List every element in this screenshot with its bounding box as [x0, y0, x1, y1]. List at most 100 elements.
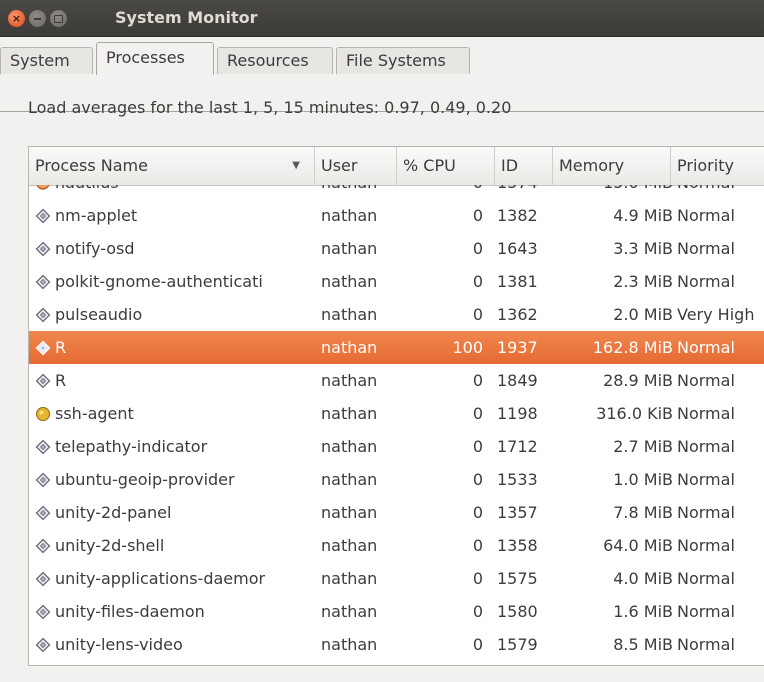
- priority-cell-text: Normal: [677, 272, 735, 291]
- process-name-cell: pulseaudio: [35, 298, 317, 331]
- process-id-cell-text: 1358: [497, 536, 538, 555]
- process-name-cell: unity-files-daemon: [35, 595, 317, 628]
- memory-cell-text: 1.6 MiB: [613, 602, 673, 621]
- table-row[interactable]: unity-applications-daemor nathan 0 1575 4.0 …: [29, 562, 764, 595]
- process-id-cell: 1712: [497, 430, 553, 463]
- table-row[interactable]: polkit-gnome-authenticati nathan 0 1381 2.3 …: [29, 265, 764, 298]
- table-row[interactable]: unity-files-daemon nathan 0 1580 1.6 MiB Norm…: [29, 595, 764, 628]
- cpu-cell: 0: [403, 430, 483, 463]
- minimize-window-button[interactable]: [29, 10, 46, 27]
- cpu-cell-text: 0: [472, 602, 483, 621]
- process-name-cell-text: unity-lens-video: [55, 635, 183, 654]
- user-cell-text: nathan: [321, 185, 377, 192]
- table-row[interactable]: unity-2d-panel nathan 0 1357 7.8 MiB Normal: [29, 496, 764, 529]
- process-id-cell-text: 1374: [497, 185, 538, 192]
- priority-cell-text: Normal: [677, 185, 735, 192]
- process-icon: [35, 466, 51, 488]
- table-row[interactable]: ssh-agent nathan 0 1198 316.0 KiB Normal: [29, 397, 764, 430]
- column-header-id[interactable]: ID: [495, 147, 553, 185]
- user-cell-text: nathan: [321, 338, 378, 357]
- column-header-cpu[interactable]: % CPU: [397, 147, 495, 185]
- process-name-cell-text: unity-2d-shell: [55, 536, 165, 555]
- tab-processes[interactable]: Processes: [96, 42, 214, 75]
- cpu-cell-text: 0: [472, 536, 483, 555]
- process-icon: [35, 301, 51, 323]
- window-titlebar[interactable]: × System Monitor: [0, 0, 764, 37]
- column-header-process-name[interactable]: Process Name ▼: [29, 147, 315, 185]
- memory-cell: 162.8 MiB: [553, 331, 673, 364]
- memory-cell: 316.0 KiB: [553, 397, 673, 430]
- process-id-cell-text: 1579: [497, 635, 538, 654]
- table-row[interactable]: nm-applet nathan 0 1382 4.9 MiB Normal: [29, 199, 764, 232]
- user-cell-text: nathan: [321, 437, 378, 456]
- memory-cell: 3.3 MiB: [553, 232, 673, 265]
- tab-resources[interactable]: Resources: [217, 47, 333, 74]
- process-name-cell-text: unity-applications-daemor: [55, 569, 266, 588]
- process-name-cell: nm-applet: [35, 199, 317, 232]
- table-row[interactable]: ubuntu-geoip-provider nathan 0 1533 1.0 MiB N…: [29, 463, 764, 496]
- user-cell: nathan: [321, 185, 401, 199]
- process-icon: [35, 235, 51, 257]
- table-row[interactable]: notify-osd nathan 0 1643 3.3 MiB Normal: [29, 232, 764, 265]
- process-id-cell: 1643: [497, 232, 553, 265]
- process-table[interactable]: Process Name ▼ User % CPU ID Memory Prio…: [28, 146, 764, 666]
- memory-cell-text: 316.0 KiB: [596, 404, 673, 423]
- tab-system[interactable]: System: [0, 47, 93, 74]
- process-id-cell: 1358: [497, 529, 553, 562]
- priority-cell: Normal: [677, 628, 764, 661]
- priority-cell: Normal: [677, 496, 764, 529]
- cpu-cell: 0: [403, 265, 483, 298]
- memory-cell-text: 28.9 MiB: [603, 371, 673, 390]
- table-body[interactable]: nautilusnathan0137415.0 MiBNormalnm-appl…: [29, 185, 764, 665]
- table-row[interactable]: Rnathan 0 1849 28.9 MiB Normal: [29, 364, 764, 397]
- table-row[interactable]: unity-2d-shell nathan 0 1358 64.0 MiB Normal: [29, 529, 764, 562]
- user-cell-text: nathan: [321, 206, 378, 225]
- memory-cell: 28.9 MiB: [553, 364, 673, 397]
- table-row[interactable]: telepathy-indicator nathan 0 1712 2.7 MiB Nor…: [29, 430, 764, 463]
- priority-cell: Normal: [677, 595, 764, 628]
- cpu-cell-text: 0: [472, 206, 483, 225]
- process-name-cell: ssh-agent: [35, 397, 317, 430]
- table-row[interactable]: pulseaudio nathan 0 1362 2.0 MiB Very High: [29, 298, 764, 331]
- priority-cell: Normal: [677, 364, 764, 397]
- process-icon: [35, 598, 51, 620]
- priority-cell: Normal: [677, 562, 764, 595]
- table-row[interactable]: Rnathan 100 1937 162.8 MiB Normal: [29, 331, 764, 364]
- priority-cell: Normal: [677, 232, 764, 265]
- column-label-process-name: Process Name: [35, 156, 148, 175]
- process-name-cell-text: R: [55, 371, 67, 390]
- cpu-cell-text: 0: [472, 272, 483, 291]
- tab-file-systems[interactable]: File Systems: [336, 47, 470, 74]
- table-row[interactable]: nautilus nathan 0 1374 15.0 MiB Normal: [29, 185, 764, 199]
- user-cell-text: nathan: [321, 371, 378, 390]
- process-name-cell: R: [35, 331, 317, 364]
- column-header-user[interactable]: User: [315, 147, 397, 185]
- priority-cell-text: Normal: [677, 503, 735, 522]
- priority-cell: Normal: [677, 463, 764, 496]
- user-cell-text: nathan: [321, 536, 378, 555]
- cpu-cell-text: 0: [472, 371, 483, 390]
- memory-cell-text: 64.0 MiB: [603, 536, 673, 555]
- process-id-cell-text: 1382: [497, 206, 538, 225]
- table-row[interactable]: unity-lens-video nathan 0 1579 8.5 MiB Normal: [29, 628, 764, 661]
- user-cell: nathan: [321, 331, 401, 364]
- column-header-priority[interactable]: Priority: [671, 147, 764, 185]
- column-header-memory[interactable]: Memory: [553, 147, 671, 185]
- cpu-cell-text: 0: [472, 404, 483, 423]
- table-header: Process Name ▼ User % CPU ID Memory Prio…: [29, 147, 764, 186]
- priority-cell: Very High: [677, 298, 764, 331]
- maximize-window-button[interactable]: [50, 10, 67, 27]
- priority-cell-text: Normal: [677, 437, 735, 456]
- user-cell-text: nathan: [321, 569, 378, 588]
- memory-cell-text: 7.8 MiB: [613, 503, 673, 522]
- process-id-cell-text: 1937: [497, 338, 538, 357]
- process-id-cell-text: 1381: [497, 272, 538, 291]
- priority-cell: Normal: [677, 331, 764, 364]
- priority-cell-text: Normal: [677, 371, 735, 390]
- table-rows: nautilusnathan0137415.0 MiBNormalnm-appl…: [29, 185, 764, 661]
- memory-cell: 4.9 MiB: [553, 199, 673, 232]
- user-cell: nathan: [321, 397, 401, 430]
- priority-cell: Normal: [677, 265, 764, 298]
- process-name-cell-text: unity-files-daemon: [55, 602, 205, 621]
- close-window-button[interactable]: ×: [8, 10, 25, 27]
